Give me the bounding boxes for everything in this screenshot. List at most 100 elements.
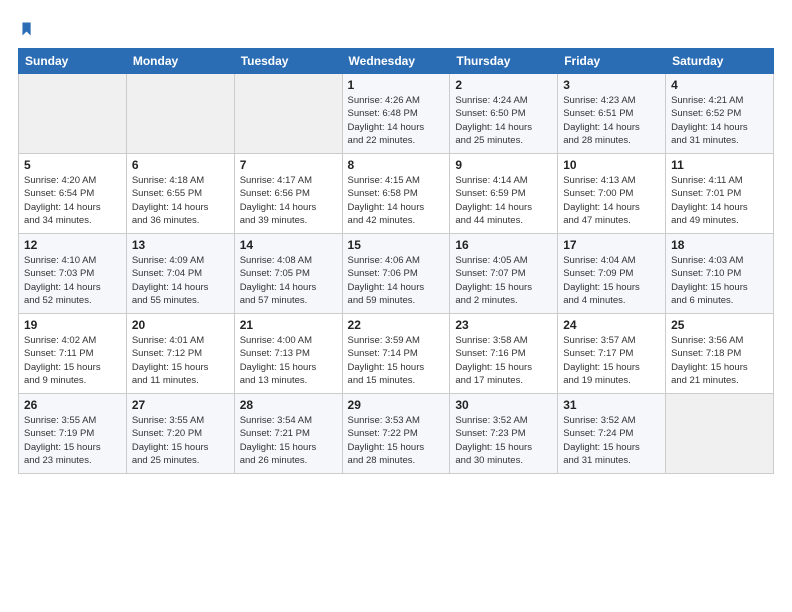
week-row-2: 5 Sunrise: 4:20 AM Sunset: 6:54 PM Daylig… <box>19 154 774 234</box>
day-info: Sunrise: 4:04 AM Sunset: 7:09 PM Dayligh… <box>563 254 660 307</box>
page: SundayMondayTuesdayWednesdayThursdayFrid… <box>0 0 792 484</box>
day-number: 8 <box>348 158 445 172</box>
day-info: Sunrise: 4:00 AM Sunset: 7:13 PM Dayligh… <box>240 334 337 387</box>
day-cell <box>234 74 342 154</box>
day-cell: 6 Sunrise: 4:18 AM Sunset: 6:55 PM Daylig… <box>126 154 234 234</box>
day-cell: 14 Sunrise: 4:08 AM Sunset: 7:05 PM Dayli… <box>234 234 342 314</box>
day-number: 28 <box>240 398 337 412</box>
day-cell: 9 Sunrise: 4:14 AM Sunset: 6:59 PM Daylig… <box>450 154 558 234</box>
logo-flag-icon <box>18 20 38 37</box>
day-info: Sunrise: 4:20 AM Sunset: 6:54 PM Dayligh… <box>24 174 121 227</box>
day-info: Sunrise: 3:55 AM Sunset: 7:20 PM Dayligh… <box>132 414 229 467</box>
day-cell: 19Sunrise: 4:02 AM Sunset: 7:11 PM Dayli… <box>19 314 127 394</box>
week-row-5: 26Sunrise: 3:55 AM Sunset: 7:19 PM Dayli… <box>19 394 774 474</box>
day-number: 7 <box>240 158 337 172</box>
day-number: 22 <box>348 318 445 332</box>
weekday-saturday: Saturday <box>666 49 774 74</box>
week-row-4: 19Sunrise: 4:02 AM Sunset: 7:11 PM Dayli… <box>19 314 774 394</box>
weekday-tuesday: Tuesday <box>234 49 342 74</box>
day-info: Sunrise: 4:23 AM Sunset: 6:51 PM Dayligh… <box>563 94 660 147</box>
day-number: 30 <box>455 398 552 412</box>
day-info: Sunrise: 4:21 AM Sunset: 6:52 PM Dayligh… <box>671 94 768 147</box>
weekday-sunday: Sunday <box>19 49 127 74</box>
day-cell: 26Sunrise: 3:55 AM Sunset: 7:19 PM Dayli… <box>19 394 127 474</box>
day-info: Sunrise: 3:59 AM Sunset: 7:14 PM Dayligh… <box>348 334 445 387</box>
day-info: Sunrise: 4:13 AM Sunset: 7:00 PM Dayligh… <box>563 174 660 227</box>
day-cell: 2 Sunrise: 4:24 AM Sunset: 6:50 PM Daylig… <box>450 74 558 154</box>
day-cell: 29 Sunrise: 3:53 AM Sunset: 7:22 PM Dayli… <box>342 394 450 474</box>
day-number: 13 <box>132 238 229 252</box>
day-number: 15 <box>348 238 445 252</box>
week-row-1: 1 Sunrise: 4:26 AM Sunset: 6:48 PM Daylig… <box>19 74 774 154</box>
weekday-monday: Monday <box>126 49 234 74</box>
header <box>18 18 774 38</box>
weekday-friday: Friday <box>558 49 666 74</box>
day-info: Sunrise: 4:11 AM Sunset: 7:01 PM Dayligh… <box>671 174 768 227</box>
day-number: 21 <box>240 318 337 332</box>
day-number: 20 <box>132 318 229 332</box>
day-cell: 20Sunrise: 4:01 AM Sunset: 7:12 PM Dayli… <box>126 314 234 394</box>
day-number: 27 <box>132 398 229 412</box>
day-cell: 25Sunrise: 3:56 AM Sunset: 7:18 PM Dayli… <box>666 314 774 394</box>
day-info: Sunrise: 3:52 AM Sunset: 7:24 PM Dayligh… <box>563 414 660 467</box>
day-cell: 17 Sunrise: 4:04 AM Sunset: 7:09 PM Dayli… <box>558 234 666 314</box>
day-number: 9 <box>455 158 552 172</box>
day-number: 1 <box>348 78 445 92</box>
day-info: Sunrise: 3:53 AM Sunset: 7:22 PM Dayligh… <box>348 414 445 467</box>
day-cell <box>666 394 774 474</box>
day-number: 29 <box>348 398 445 412</box>
day-number: 17 <box>563 238 660 252</box>
day-info: Sunrise: 4:26 AM Sunset: 6:48 PM Dayligh… <box>348 94 445 147</box>
day-number: 18 <box>671 238 768 252</box>
weekday-wednesday: Wednesday <box>342 49 450 74</box>
day-cell: 31Sunrise: 3:52 AM Sunset: 7:24 PM Dayli… <box>558 394 666 474</box>
day-number: 5 <box>24 158 121 172</box>
day-cell: 5 Sunrise: 4:20 AM Sunset: 6:54 PM Daylig… <box>19 154 127 234</box>
day-cell: 22 Sunrise: 3:59 AM Sunset: 7:14 PM Dayli… <box>342 314 450 394</box>
day-info: Sunrise: 4:08 AM Sunset: 7:05 PM Dayligh… <box>240 254 337 307</box>
day-cell: 23Sunrise: 3:58 AM Sunset: 7:16 PM Dayli… <box>450 314 558 394</box>
day-info: Sunrise: 4:10 AM Sunset: 7:03 PM Dayligh… <box>24 254 121 307</box>
day-cell: 7 Sunrise: 4:17 AM Sunset: 6:56 PM Daylig… <box>234 154 342 234</box>
day-info: Sunrise: 3:54 AM Sunset: 7:21 PM Dayligh… <box>240 414 337 467</box>
day-number: 26 <box>24 398 121 412</box>
day-info: Sunrise: 4:09 AM Sunset: 7:04 PM Dayligh… <box>132 254 229 307</box>
day-number: 2 <box>455 78 552 92</box>
weekday-thursday: Thursday <box>450 49 558 74</box>
day-info: Sunrise: 4:03 AM Sunset: 7:10 PM Dayligh… <box>671 254 768 307</box>
day-number: 10 <box>563 158 660 172</box>
logo <box>18 18 38 38</box>
day-number: 24 <box>563 318 660 332</box>
day-number: 11 <box>671 158 768 172</box>
day-number: 12 <box>24 238 121 252</box>
day-cell: 12 Sunrise: 4:10 AM Sunset: 7:03 PM Dayli… <box>19 234 127 314</box>
day-cell: 11 Sunrise: 4:11 AM Sunset: 7:01 PM Dayli… <box>666 154 774 234</box>
day-cell: 27 Sunrise: 3:55 AM Sunset: 7:20 PM Dayli… <box>126 394 234 474</box>
day-info: Sunrise: 4:18 AM Sunset: 6:55 PM Dayligh… <box>132 174 229 227</box>
day-number: 14 <box>240 238 337 252</box>
day-cell: 10 Sunrise: 4:13 AM Sunset: 7:00 PM Dayli… <box>558 154 666 234</box>
day-number: 25 <box>671 318 768 332</box>
day-info: Sunrise: 4:17 AM Sunset: 6:56 PM Dayligh… <box>240 174 337 227</box>
day-cell: 8Sunrise: 4:15 AM Sunset: 6:58 PM Daylig… <box>342 154 450 234</box>
weekday-header-row: SundayMondayTuesdayWednesdayThursdayFrid… <box>19 49 774 74</box>
day-cell: 15 Sunrise: 4:06 AM Sunset: 7:06 PM Dayli… <box>342 234 450 314</box>
day-cell: 30 Sunrise: 3:52 AM Sunset: 7:23 PM Dayli… <box>450 394 558 474</box>
day-number: 4 <box>671 78 768 92</box>
day-cell: 18 Sunrise: 4:03 AM Sunset: 7:10 PM Dayli… <box>666 234 774 314</box>
day-info: Sunrise: 3:57 AM Sunset: 7:17 PM Dayligh… <box>563 334 660 387</box>
day-info: Sunrise: 3:52 AM Sunset: 7:23 PM Dayligh… <box>455 414 552 467</box>
day-cell <box>19 74 127 154</box>
day-info: Sunrise: 4:14 AM Sunset: 6:59 PM Dayligh… <box>455 174 552 227</box>
day-number: 23 <box>455 318 552 332</box>
day-number: 3 <box>563 78 660 92</box>
day-info: Sunrise: 4:06 AM Sunset: 7:06 PM Dayligh… <box>348 254 445 307</box>
calendar: SundayMondayTuesdayWednesdayThursdayFrid… <box>18 48 774 474</box>
day-number: 16 <box>455 238 552 252</box>
day-info: Sunrise: 4:24 AM Sunset: 6:50 PM Dayligh… <box>455 94 552 147</box>
day-cell: 3 Sunrise: 4:23 AM Sunset: 6:51 PM Daylig… <box>558 74 666 154</box>
day-number: 6 <box>132 158 229 172</box>
day-cell <box>126 74 234 154</box>
day-cell: 28 Sunrise: 3:54 AM Sunset: 7:21 PM Dayli… <box>234 394 342 474</box>
day-number: 19 <box>24 318 121 332</box>
